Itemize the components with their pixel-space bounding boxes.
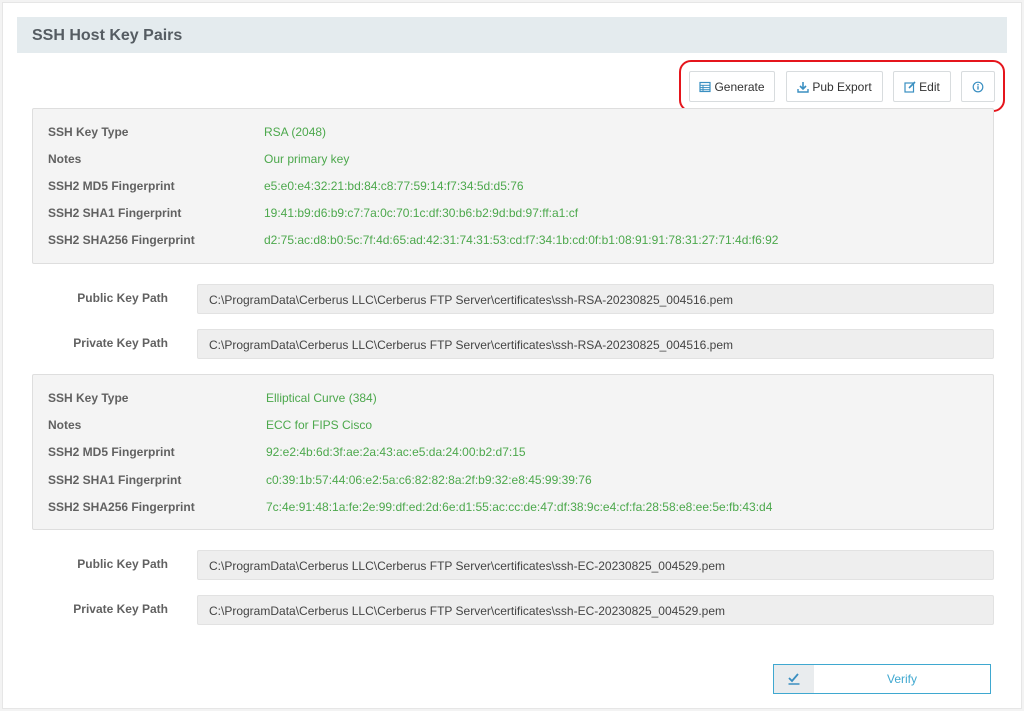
- download-icon: [797, 81, 809, 93]
- key-type-label: SSH Key Type: [48, 125, 128, 139]
- public-key-path-row: Public Key Path C:\ProgramData\Cerberus …: [32, 284, 994, 314]
- sha256-value: 7c:4e:91:48:1a:fe:2e:99:df:ed:2d:6e:d1:5…: [266, 500, 772, 514]
- edit-label: Edit: [919, 80, 940, 94]
- notes-row: Notes Our primary key: [33, 152, 993, 168]
- key-toolbar: Generate Pub Export Edit: [679, 60, 1005, 112]
- private-key-path-row: Private Key Path C:\ProgramData\Cerberus…: [32, 595, 994, 625]
- panel-header: SSH Host Key Pairs: [17, 17, 1007, 53]
- pub-export-label: Pub Export: [812, 80, 871, 94]
- notes-value: ECC for FIPS Cisco: [266, 418, 372, 432]
- edit-icon: [904, 81, 916, 93]
- sha1-row: SSH2 SHA1 Fingerprint c0:39:1b:57:44:06:…: [33, 473, 993, 489]
- sha256-label: SSH2 SHA256 Fingerprint: [48, 233, 195, 247]
- key-type-row: SSH Key Type Elliptical Curve (384): [33, 391, 993, 407]
- private-key-path-row: Private Key Path C:\ProgramData\Cerberus…: [32, 329, 994, 359]
- table-icon: [699, 81, 711, 93]
- edit-button[interactable]: Edit: [893, 71, 951, 102]
- sha1-value: c0:39:1b:57:44:06:e2:5a:c6:82:82:8a:2f:b…: [266, 473, 592, 487]
- md5-label: SSH2 MD5 Fingerprint: [48, 179, 175, 193]
- verify-button[interactable]: Verify: [773, 664, 991, 694]
- generate-button[interactable]: Generate: [689, 71, 775, 102]
- key-info-box: SSH Key Type RSA (2048) Notes Our primar…: [32, 108, 994, 264]
- public-key-path-field: C:\ProgramData\Cerberus LLC\Cerberus FTP…: [197, 284, 994, 314]
- key-type-label: SSH Key Type: [48, 391, 128, 405]
- md5-value: 92:e2:4b:6d:3f:ae:2a:43:ac:e5:da:24:00:b…: [266, 445, 526, 459]
- sha256-row: SSH2 SHA256 Fingerprint 7c:4e:91:48:1a:f…: [33, 500, 993, 516]
- public-key-path-field: C:\ProgramData\Cerberus LLC\Cerberus FTP…: [197, 550, 994, 580]
- info-icon: [972, 81, 984, 93]
- md5-value: e5:e0:e4:32:21:bd:84:c8:77:59:14:f7:34:5…: [264, 179, 524, 193]
- md5-label: SSH2 MD5 Fingerprint: [48, 445, 175, 459]
- sha1-row: SSH2 SHA1 Fingerprint 19:41:b9:d6:b9:c7:…: [33, 206, 993, 222]
- private-key-path-field: C:\ProgramData\Cerberus LLC\Cerberus FTP…: [197, 329, 994, 359]
- sha256-value: d2:75:ac:d8:b0:5c:7f:4d:65:ad:42:31:74:3…: [264, 233, 778, 247]
- check-icon: [774, 665, 814, 693]
- sha256-row: SSH2 SHA256 Fingerprint d2:75:ac:d8:b0:5…: [33, 233, 993, 249]
- ssh-host-keys-panel: SSH Host Key Pairs Generate Pub Export E…: [2, 2, 1022, 709]
- sha1-value: 19:41:b9:d6:b9:c7:7a:0c:70:1c:df:30:b6:b…: [264, 206, 578, 220]
- page-title: SSH Host Key Pairs: [32, 27, 182, 45]
- public-key-path-row: Public Key Path C:\ProgramData\Cerberus …: [32, 550, 994, 580]
- generate-label: Generate: [714, 80, 764, 94]
- notes-label: Notes: [48, 418, 81, 432]
- notes-row: Notes ECC for FIPS Cisco: [33, 418, 993, 434]
- public-key-path-label: Public Key Path: [77, 557, 168, 571]
- sha1-label: SSH2 SHA1 Fingerprint: [48, 473, 181, 487]
- public-key-path-label: Public Key Path: [77, 291, 168, 305]
- sha1-label: SSH2 SHA1 Fingerprint: [48, 206, 181, 220]
- md5-row: SSH2 MD5 Fingerprint 92:e2:4b:6d:3f:ae:2…: [33, 445, 993, 461]
- pub-export-button[interactable]: Pub Export: [786, 71, 883, 102]
- key-type-value: Elliptical Curve (384): [266, 391, 377, 405]
- notes-label: Notes: [48, 152, 81, 166]
- private-key-path-label: Private Key Path: [73, 336, 168, 350]
- md5-row: SSH2 MD5 Fingerprint e5:e0:e4:32:21:bd:8…: [33, 179, 993, 195]
- verify-label: Verify: [814, 672, 990, 686]
- sha256-label: SSH2 SHA256 Fingerprint: [48, 500, 195, 514]
- notes-value: Our primary key: [264, 152, 349, 166]
- private-key-path-label: Private Key Path: [73, 602, 168, 616]
- info-button[interactable]: [961, 71, 995, 102]
- key-info-box: SSH Key Type Elliptical Curve (384) Note…: [32, 374, 994, 530]
- key-type-value: RSA (2048): [264, 125, 326, 139]
- private-key-path-field: C:\ProgramData\Cerberus LLC\Cerberus FTP…: [197, 595, 994, 625]
- key-type-row: SSH Key Type RSA (2048): [33, 125, 993, 141]
